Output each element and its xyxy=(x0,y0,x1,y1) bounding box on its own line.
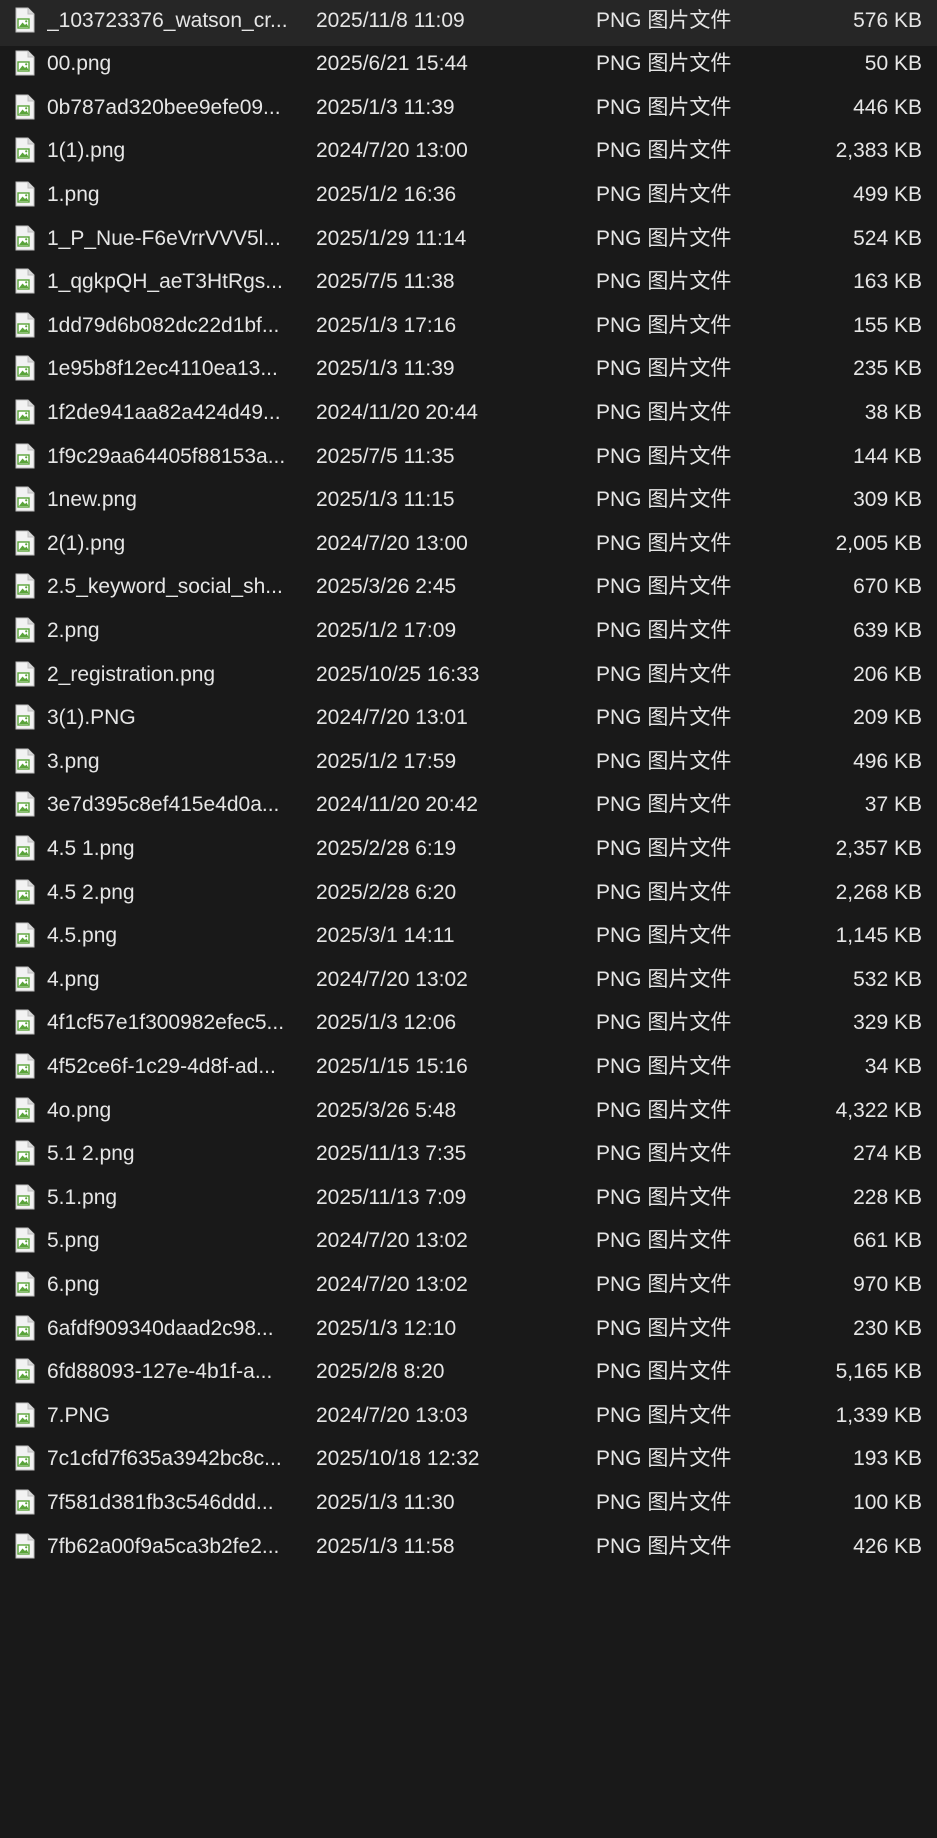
file-modified-date: 2025/1/3 11:58 xyxy=(316,1534,455,1558)
png-image-file-icon xyxy=(14,1097,36,1123)
png-image-file-icon xyxy=(14,573,36,599)
png-image-file-icon xyxy=(14,1445,36,1471)
png-image-file-icon xyxy=(14,922,36,948)
png-image-file-icon xyxy=(14,1009,36,1035)
png-image-file-icon xyxy=(14,791,36,817)
png-image-file-icon xyxy=(14,1271,36,1297)
png-image-file-icon xyxy=(14,50,36,76)
png-image-file-icon xyxy=(14,748,36,774)
png-image-file-icon xyxy=(14,1227,36,1253)
png-image-file-icon xyxy=(14,137,36,163)
png-image-file-icon xyxy=(14,1402,36,1428)
png-image-file-icon xyxy=(14,1315,36,1341)
file-size: 426 KB xyxy=(853,1534,922,1558)
png-image-file-icon xyxy=(14,1184,36,1210)
png-image-file-icon xyxy=(14,1489,36,1515)
png-image-file-icon xyxy=(14,530,36,556)
png-image-file-icon xyxy=(14,1533,36,1559)
png-image-file-icon xyxy=(14,268,36,294)
png-image-file-icon xyxy=(14,312,36,338)
file-type: PNG 图片文件 xyxy=(596,1534,732,1558)
file-name: 7fb62a00f9a5ca3b2fe2... xyxy=(47,1534,280,1558)
png-image-file-icon xyxy=(14,399,36,425)
png-image-file-icon xyxy=(14,355,36,381)
png-image-file-icon xyxy=(14,617,36,643)
png-image-file-icon xyxy=(14,1358,36,1384)
png-image-file-icon xyxy=(14,835,36,861)
png-image-file-icon xyxy=(14,94,36,120)
file-list: _103723376_watson_cr... 2025/11/8 11:09 … xyxy=(0,0,937,1838)
png-image-file-icon xyxy=(14,443,36,469)
png-image-file-icon xyxy=(14,486,36,512)
png-image-file-icon xyxy=(14,7,36,33)
file-row[interactable]: 7fb62a00f9a5ca3b2fe2... 2025/1/3 11:58 P… xyxy=(0,1521,937,1572)
png-image-file-icon xyxy=(14,1053,36,1079)
png-image-file-icon xyxy=(14,1140,36,1166)
png-image-file-icon xyxy=(14,661,36,687)
png-image-file-icon xyxy=(14,879,36,905)
png-image-file-icon xyxy=(14,181,36,207)
png-image-file-icon xyxy=(14,704,36,730)
png-image-file-icon xyxy=(14,225,36,251)
png-image-file-icon xyxy=(14,966,36,992)
